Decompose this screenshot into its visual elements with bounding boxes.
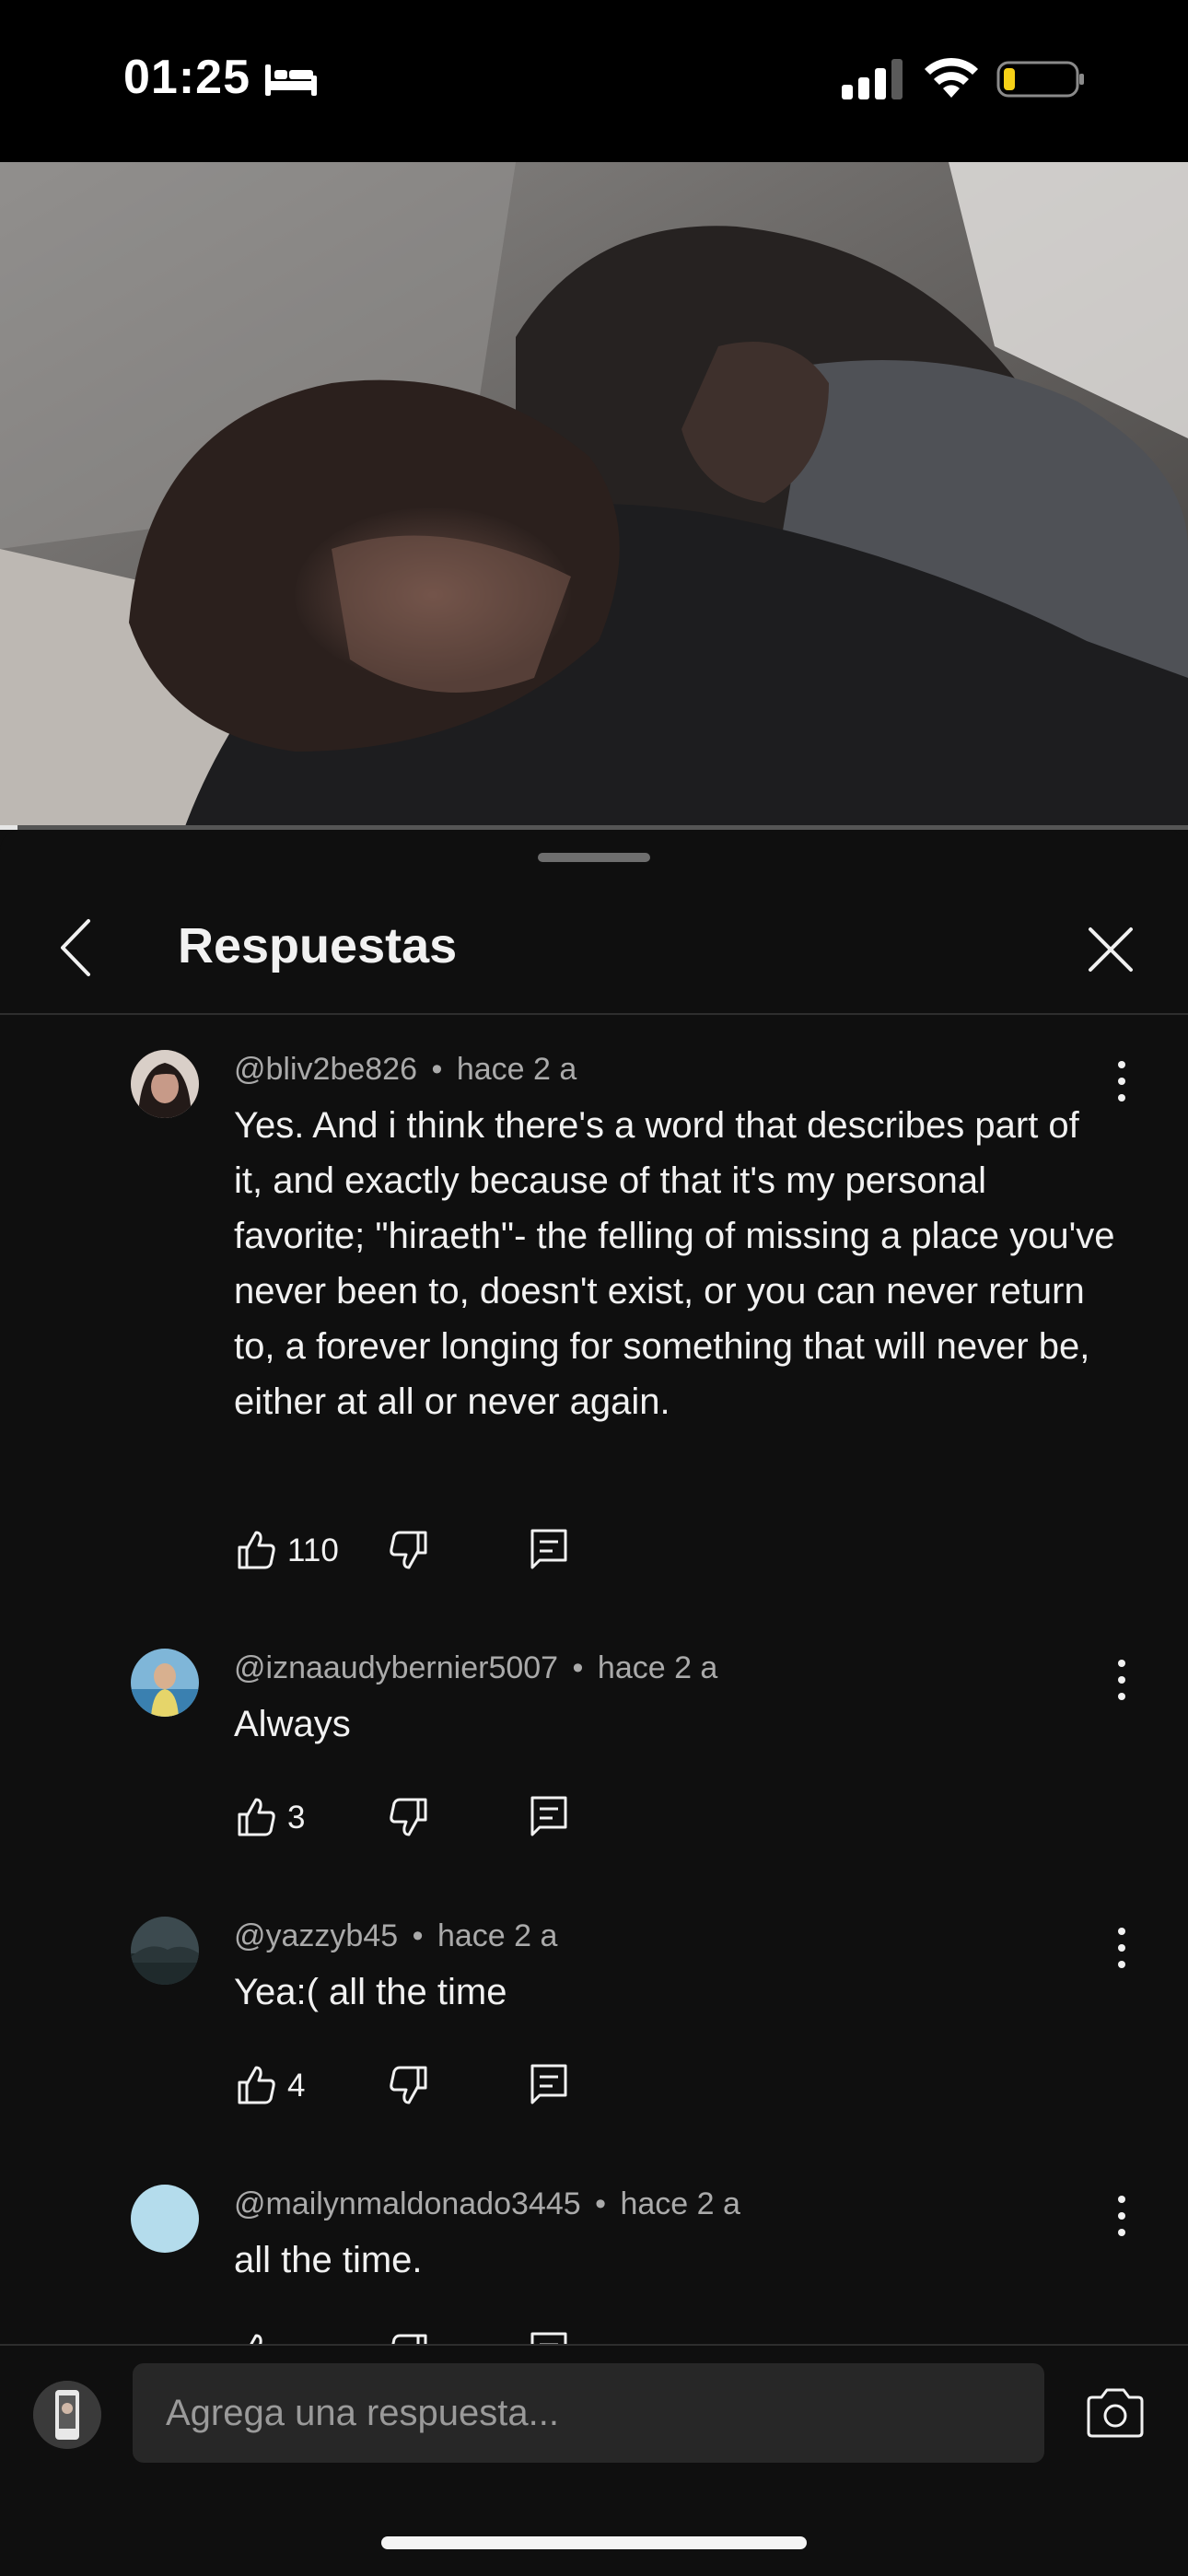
comment-text: Always	[234, 1704, 351, 1744]
avatar[interactable]	[131, 2185, 199, 2253]
sheet-drag-handle[interactable]	[538, 853, 650, 862]
like-count: 4	[287, 2068, 306, 2104]
thumbs-down-icon[interactable]	[387, 1529, 431, 1573]
comment-author[interactable]: @yazzyb45	[234, 1918, 398, 1953]
current-user-avatar[interactable]	[33, 2381, 101, 2449]
like-count: 3	[287, 1800, 306, 1836]
comment-meta: @yazzyb45 • hace 2 a	[234, 1918, 557, 1954]
reply-icon[interactable]	[527, 2062, 571, 2106]
like-count: 110	[287, 1533, 339, 1568]
thumbs-up-icon[interactable]	[234, 1527, 278, 1571]
reply-icon[interactable]	[527, 2330, 571, 2344]
thumbs-down-icon[interactable]	[387, 2064, 431, 2108]
reply-icon[interactable]	[527, 1794, 571, 1838]
thumbs-down-icon[interactable]	[387, 1796, 431, 1840]
home-indicator[interactable]	[381, 2536, 807, 2549]
battery-icon	[996, 61, 1084, 98]
video-player[interactable]	[0, 162, 1188, 829]
comment-meta: @mailynmaldonado3445 • hace 2 a	[234, 2186, 740, 2222]
bed-icon	[265, 64, 317, 96]
comment-time: hace 2 a	[456, 1052, 577, 1087]
meta-separator: •	[431, 1052, 443, 1087]
meta-separator: •	[572, 1650, 584, 1685]
status-time: 01:25	[123, 51, 250, 104]
thumbs-up-icon[interactable]	[234, 1794, 278, 1838]
comment-time: hace 2 a	[620, 2186, 740, 2221]
camera-icon[interactable]	[1085, 2386, 1146, 2440]
meta-separator: •	[595, 2186, 606, 2221]
avatar[interactable]	[131, 1917, 199, 1985]
status-bar: 01:25	[0, 0, 1188, 162]
comment-author[interactable]: @bliv2be826	[234, 1052, 417, 1087]
video-progress-fill	[0, 825, 18, 830]
comment-time: hace 2 a	[597, 1650, 718, 1685]
comment-meta: @iznaaudybernier5007 • hace 2 a	[234, 1650, 717, 1686]
close-icon[interactable]	[1085, 924, 1136, 975]
comment-meta: @bliv2be826 • hace 2 a	[234, 1052, 577, 1088]
comment-text: all the time.	[234, 2240, 423, 2280]
video-frame-image	[0, 162, 1188, 829]
thumbs-down-icon[interactable]	[387, 2332, 431, 2344]
comment-author[interactable]: @mailynmaldonado3445	[234, 2186, 581, 2221]
meta-separator: •	[412, 1918, 424, 1953]
chevron-left-icon[interactable]	[52, 914, 101, 982]
reply-input[interactable]	[133, 2363, 1044, 2463]
reply-icon[interactable]	[527, 1527, 571, 1571]
page-title: Respuestas	[178, 918, 458, 973]
comment-item: @mailynmaldonado3445 • hace 2 a all the …	[0, 2175, 1188, 2344]
avatar[interactable]	[131, 1649, 199, 1717]
comment-text: Yes. And i think there's a word that des…	[234, 1105, 1115, 1422]
comment-author[interactable]: @iznaaudybernier5007	[234, 1650, 558, 1685]
cellular-signal-icon	[842, 59, 903, 99]
avatar[interactable]	[131, 1050, 199, 1118]
wifi-icon	[925, 57, 978, 98]
thumbs-up-icon[interactable]	[234, 2330, 278, 2344]
comment-text: Yea:( all the time	[234, 1972, 507, 2012]
comment-time: hace 2 a	[437, 1918, 558, 1953]
thumbs-up-icon[interactable]	[234, 2062, 278, 2106]
